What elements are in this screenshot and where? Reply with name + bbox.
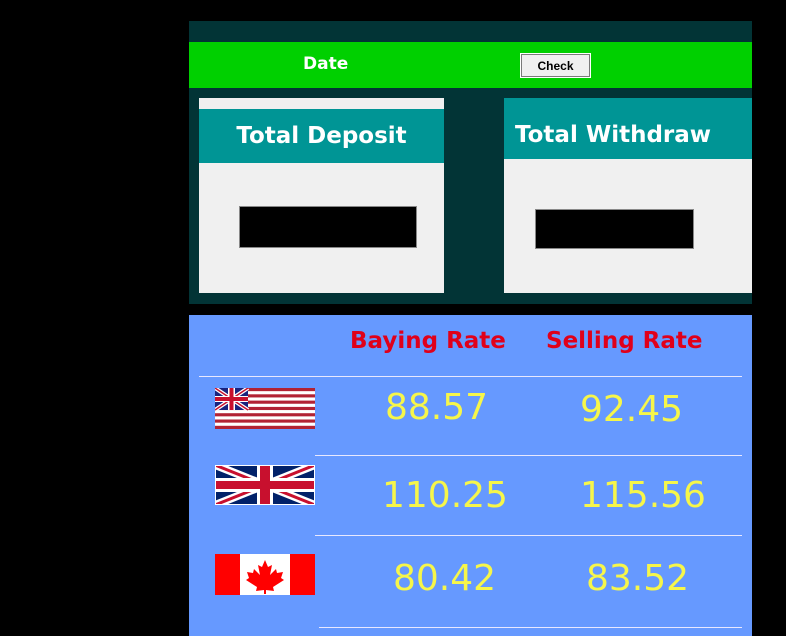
row-divider bbox=[199, 376, 742, 377]
total-deposit-title: Total Deposit bbox=[199, 109, 444, 163]
exchange-rates-panel: Baying Rate Selling Rate 88.57 92.45 110… bbox=[189, 315, 752, 636]
selling-rate-value: 92.45 bbox=[580, 389, 684, 430]
buying-rate-value: 88.57 bbox=[385, 387, 489, 428]
selling-rate-header: Selling Rate bbox=[546, 328, 703, 354]
selling-rate-value: 83.52 bbox=[586, 558, 690, 599]
buying-rate-value: 80.42 bbox=[393, 558, 497, 599]
row-divider bbox=[315, 535, 742, 536]
total-withdraw-value bbox=[535, 209, 694, 249]
total-deposit-value bbox=[239, 206, 417, 248]
canada-flag-icon bbox=[215, 554, 315, 595]
buying-rate-header: Baying Rate bbox=[350, 328, 506, 354]
summary-panel: Date Check Total Deposit Total Withdraw bbox=[189, 21, 752, 304]
date-label: Date bbox=[303, 54, 349, 74]
selling-rate-value: 115.56 bbox=[580, 475, 706, 516]
row-divider bbox=[315, 455, 742, 456]
us-flag-icon bbox=[215, 388, 315, 429]
uk-flag-icon bbox=[215, 465, 315, 505]
date-bar: Date Check bbox=[189, 42, 752, 88]
total-withdraw-card: Total Withdraw bbox=[504, 98, 752, 293]
total-deposit-card: Total Deposit bbox=[199, 98, 444, 293]
total-withdraw-title: Total Withdraw bbox=[504, 98, 752, 159]
row-divider bbox=[319, 627, 742, 628]
buying-rate-value: 110.25 bbox=[382, 475, 508, 516]
check-button[interactable]: Check bbox=[520, 53, 591, 78]
